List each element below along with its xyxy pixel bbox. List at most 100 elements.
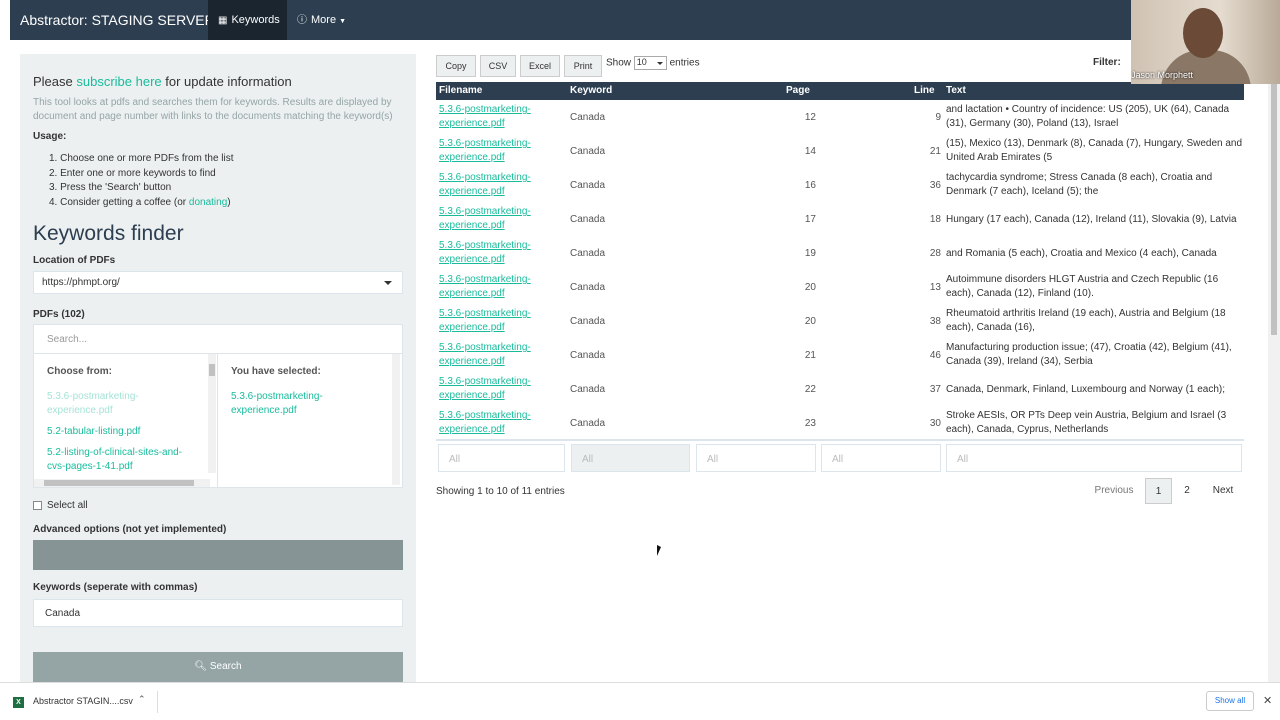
filter-text-input[interactable]: All xyxy=(946,444,1242,472)
copy-button[interactable]: Copy xyxy=(436,55,476,77)
intro-text: This tool looks at pdfs and searches the… xyxy=(33,97,393,122)
search-button[interactable]: 🔍︎ Search xyxy=(33,652,403,682)
print-button[interactable]: Print xyxy=(564,55,602,77)
file-link[interactable]: 5.3.6-postmarketing-experience.pdf xyxy=(439,273,559,301)
line-cell: 46 xyxy=(929,350,941,361)
table-row: 5.3.6-postmarketing-experience.pdf Canad… xyxy=(436,409,1244,443)
location-label: Location of PDFs xyxy=(33,255,116,266)
file-link[interactable]: 5.3.6-postmarketing-experience.pdf xyxy=(439,239,559,267)
selected-scrollbar[interactable] xyxy=(392,354,400,485)
caret-down-icon xyxy=(656,62,663,65)
file-link[interactable]: 5.3.6-postmarketing-experience.pdf xyxy=(439,205,559,233)
table-row: 5.3.6-postmarketing-experience.pdf Canad… xyxy=(436,171,1244,205)
pdf-search-input[interactable]: Search... xyxy=(34,325,402,354)
csv-button[interactable]: CSV xyxy=(480,55,516,77)
usage-step: 1. Choose one or more PDFs from the list xyxy=(49,153,234,164)
keyword-cell: Canada xyxy=(570,112,606,123)
select-all-checkbox[interactable] xyxy=(33,501,42,510)
pagination-page-2[interactable]: 2 xyxy=(1176,478,1198,504)
col-page[interactable]: Page xyxy=(786,85,810,96)
page-cell: 20 xyxy=(804,282,816,293)
table-info: Showing 1 to 10 of 11 entries xyxy=(436,486,565,497)
navbar: Abstractor: STAGING SERVER ▦ Keywords ⓘ Mo… xyxy=(10,0,1280,40)
usage-step: 3. Press the 'Search' button xyxy=(49,182,172,193)
download-file-name[interactable]: Abstractor STAGIN....csv xyxy=(33,696,133,706)
chevron-up-icon[interactable]: ⌃ xyxy=(138,694,146,705)
filter-line-input[interactable]: All xyxy=(821,444,941,472)
location-value: https://phmpt.org/ xyxy=(42,277,120,288)
col-text[interactable]: Text xyxy=(946,85,966,96)
file-link[interactable]: 5.3.6-postmarketing-experience.pdf xyxy=(439,171,559,199)
close-icon[interactable]: ✕ xyxy=(1263,694,1272,707)
text-cell: tachycardia syndrome; Stress Canada (8 e… xyxy=(946,172,1213,197)
file-link[interactable]: 5.3.6-postmarketing-experience.pdf xyxy=(439,137,559,165)
presenter-name: Jason Morphett xyxy=(1131,70,1194,80)
usage-step: 4. Consider getting a coffee (or donatin… xyxy=(49,196,231,208)
filter-label: Filter: xyxy=(1093,57,1121,68)
donating-link[interactable]: donating xyxy=(189,197,227,208)
col-keyword[interactable]: Keyword xyxy=(570,85,612,96)
scroll-thumb[interactable] xyxy=(44,480,194,486)
keyword-cell: Canada xyxy=(570,180,606,191)
selected-label: You have selected: xyxy=(231,366,321,377)
pagination-previous[interactable]: Previous xyxy=(1092,478,1136,504)
keywords-input[interactable]: Canada xyxy=(33,599,403,627)
usage-list: 1. Choose one or more PDFs from the list… xyxy=(49,152,234,210)
col-line[interactable]: Line xyxy=(914,85,935,96)
pdf-multiselect: Search... Choose from: 5.3.6-postmarketi… xyxy=(33,324,403,488)
scroll-thumb[interactable] xyxy=(1271,45,1277,335)
entries-select[interactable]: 10 xyxy=(633,56,667,70)
page-scrollbar[interactable] xyxy=(1268,40,1280,682)
line-cell: 18 xyxy=(929,214,941,225)
text-cell: and Romania (5 each), Croatia and Mexico… xyxy=(946,248,1217,259)
file-link[interactable]: 5.3.6-postmarketing-experience.pdf xyxy=(439,341,559,369)
pdf-option[interactable]: 5.2-tabular-listing.pdf xyxy=(47,425,197,439)
pagination-next[interactable]: Next xyxy=(1206,478,1240,504)
nav-keywords-label: Keywords xyxy=(231,14,280,26)
table-row: 5.3.6-postmarketing-experience.pdf Canad… xyxy=(436,307,1244,341)
file-link[interactable]: 5.3.6-postmarketing-experience.pdf xyxy=(439,409,559,437)
pdf-option[interactable]: 5.3.6-postmarketing-experience.pdf xyxy=(47,390,197,418)
choose-hscrollbar[interactable] xyxy=(34,479,210,487)
selected-option[interactable]: 5.3.6-postmarketing-experience.pdf xyxy=(231,390,381,418)
excel-button[interactable]: Excel xyxy=(520,55,560,77)
col-filename[interactable]: Filename xyxy=(439,85,482,96)
keyword-cell: Canada xyxy=(570,384,606,395)
location-select[interactable]: https://phmpt.org/ xyxy=(33,271,403,294)
text-cell: and lactation • Country of incidence: US… xyxy=(946,104,1230,129)
caret-down-icon: ▼ xyxy=(339,18,347,25)
filter-page-input[interactable]: All xyxy=(696,444,816,472)
nav-keywords[interactable]: ▦ Keywords xyxy=(208,0,287,40)
webcam-overlay: Jason Morphett xyxy=(1131,0,1280,84)
navbar-brand[interactable]: Abstractor: STAGING SERVER xyxy=(20,12,215,28)
line-cell: 38 xyxy=(929,316,941,327)
pdf-option[interactable]: 5.2-listing-of-clinical-sites-and-cvs-pa… xyxy=(47,446,197,474)
line-cell: 37 xyxy=(929,384,941,395)
page-cell: 22 xyxy=(804,384,816,395)
text-cell: Hungary (17 each), Canada (12), Ireland … xyxy=(946,214,1237,225)
page-cell: 20 xyxy=(804,316,816,327)
line-cell: 9 xyxy=(935,112,941,123)
pagination-page-1[interactable]: 1 xyxy=(1145,478,1172,504)
usage-step: 2. Enter one or more keywords to find xyxy=(49,167,216,179)
nav-more-dropdown[interactable]: ⓘ More ▼ xyxy=(287,0,357,40)
text-cell: Canada, Denmark, Finland, Luxembourg and… xyxy=(946,384,1226,395)
filter-keyword-input[interactable]: All xyxy=(571,444,690,472)
filter-filename-input[interactable]: All xyxy=(438,444,565,472)
scroll-thumb[interactable] xyxy=(209,364,215,376)
keyword-cell: Canada xyxy=(570,418,606,429)
page-cell: 23 xyxy=(804,418,816,429)
file-link[interactable]: 5.3.6-postmarketing-experience.pdf xyxy=(439,375,559,403)
file-link[interactable]: 5.3.6-postmarketing-experience.pdf xyxy=(439,103,559,131)
line-cell: 13 xyxy=(929,282,941,293)
subscribe-link[interactable]: subscribe here xyxy=(76,74,161,89)
text-cell: Autoimmune disorders HLGT Austria and Cz… xyxy=(946,274,1219,299)
choose-scrollbar[interactable] xyxy=(208,354,216,473)
advanced-options-button[interactable] xyxy=(33,540,403,570)
table-row: 5.3.6-postmarketing-experience.pdf Canad… xyxy=(436,205,1244,239)
nav-more-label: More xyxy=(311,14,337,26)
file-link[interactable]: 5.3.6-postmarketing-experience.pdf xyxy=(439,307,559,335)
keyword-cell: Canada xyxy=(570,214,606,225)
show-all-button[interactable]: Show all xyxy=(1206,691,1254,711)
search-button-label: Search xyxy=(209,661,242,672)
